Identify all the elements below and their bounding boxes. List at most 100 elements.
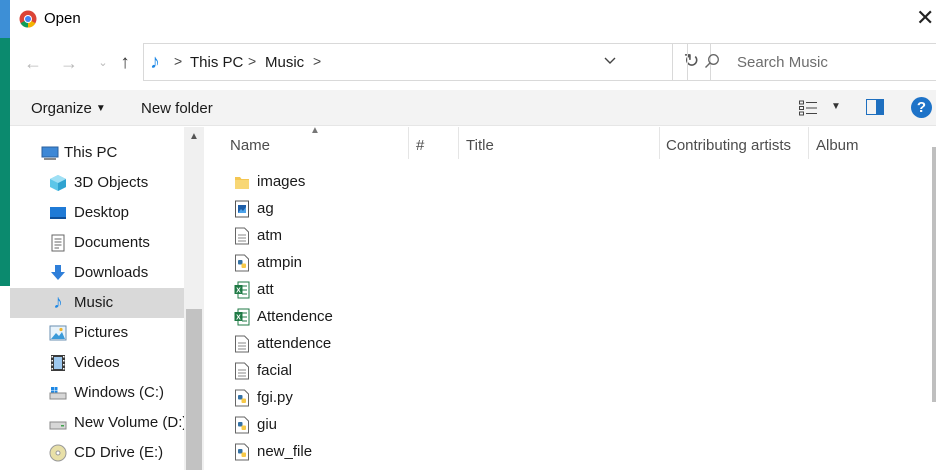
breadcrumb-separator[interactable]: >: [313, 53, 321, 69]
computer-icon: [41, 146, 59, 160]
image-file-icon: [235, 200, 249, 218]
forward-button[interactable]: →: [58, 52, 80, 74]
preview-pane-icon[interactable]: [866, 99, 884, 115]
nav-item-music[interactable]: ♪ Music: [10, 288, 184, 318]
music-icon: ♪: [53, 292, 63, 313]
background-window-edge: [0, 0, 10, 470]
file-name: fgi.py: [257, 389, 293, 406]
file-row[interactable]: X Attendence: [234, 304, 534, 331]
organize-button[interactable]: Organize ▼: [31, 100, 106, 117]
column-header-name[interactable]: Name: [230, 137, 270, 154]
file-row[interactable]: new_file: [234, 439, 534, 466]
drive-icon: [49, 387, 67, 400]
svg-text:X: X: [236, 288, 241, 295]
caret-down-icon: ▼: [95, 103, 106, 114]
open-dialog: Open ✕ ← → ⌄ ↑ ♪ > This PC > Music > ↻ S…: [10, 0, 936, 470]
nav-item-new-volume-d[interactable]: New Volume (D:): [10, 408, 187, 438]
text-file-icon: [235, 362, 249, 380]
nav-item-label: Documents: [74, 234, 150, 251]
breadcrumb-separator[interactable]: >: [174, 53, 182, 69]
pictures-icon: [49, 325, 67, 341]
nav-item-this-pc[interactable]: This PC: [10, 138, 184, 168]
file-name: giu: [257, 416, 278, 433]
navigation-pane: This PC 3D Objects Desktop Documents Dow…: [10, 127, 204, 470]
file-row[interactable]: images: [234, 169, 534, 196]
breadcrumb-music[interactable]: Music: [265, 54, 304, 71]
navigation-scrollbar[interactable]: ▲: [184, 127, 204, 470]
svg-text:X: X: [236, 315, 241, 322]
column-divider[interactable]: [659, 127, 660, 159]
column-header-title[interactable]: Title: [466, 137, 494, 154]
file-name: att: [257, 281, 274, 298]
scrollbar-thumb[interactable]: [186, 309, 202, 470]
file-row[interactable]: X att: [234, 277, 534, 304]
column-divider[interactable]: [458, 127, 459, 159]
search-input[interactable]: Search Music: [737, 54, 828, 71]
file-name: atmpin: [257, 254, 303, 271]
excel-file-icon: X: [234, 281, 250, 299]
file-list-scrollbar[interactable]: [924, 127, 936, 470]
cd-drive-icon: [49, 444, 67, 462]
column-header-album[interactable]: Album: [816, 137, 859, 154]
scrollbar-thumb[interactable]: [932, 147, 936, 402]
nav-item-downloads[interactable]: Downloads: [10, 258, 184, 288]
help-button[interactable]: ?: [911, 97, 932, 118]
nav-item-label: Pictures: [74, 324, 129, 341]
search-box[interactable]: Search Music: [687, 43, 936, 81]
sort-ascending-icon: ▲: [310, 125, 320, 136]
file-name: attendence: [257, 335, 332, 352]
videos-icon: [51, 355, 65, 371]
nav-item-pictures[interactable]: Pictures: [10, 318, 184, 348]
column-header-number[interactable]: #: [416, 137, 424, 154]
back-button[interactable]: ←: [22, 52, 44, 74]
search-icon: [705, 54, 719, 68]
nav-item-cd-drive-e[interactable]: CD Drive (E:): [10, 438, 184, 468]
file-row[interactable]: attendence: [234, 331, 534, 358]
download-icon: [51, 265, 65, 280]
cube-icon: [50, 175, 66, 191]
nav-item-3d-objects[interactable]: 3D Objects: [10, 168, 184, 198]
desktop-icon: [50, 207, 66, 219]
file-name: Attendence: [257, 308, 333, 325]
scroll-up-arrow-icon[interactable]: ▲: [189, 131, 199, 142]
view-options-caret-button[interactable]: ▼: [831, 101, 841, 112]
background-edge-teal: [0, 38, 10, 286]
chrome-icon: [19, 10, 37, 28]
nav-item-label: Downloads: [74, 264, 149, 281]
nav-item-label: 3D Objects: [74, 174, 149, 191]
python-file-icon: [235, 389, 249, 407]
nav-item-documents[interactable]: Documents: [10, 228, 184, 258]
nav-item-windows-c[interactable]: Windows (C:): [10, 378, 184, 408]
python-file-icon: [235, 416, 249, 434]
nav-item-label: Desktop: [74, 204, 130, 221]
close-button[interactable]: ✕: [916, 4, 936, 32]
up-button[interactable]: ↑: [114, 52, 136, 74]
column-divider[interactable]: [408, 127, 409, 159]
view-options-icon[interactable]: [799, 100, 817, 116]
breadcrumb-separator[interactable]: >: [248, 53, 256, 69]
breadcrumb-this-pc[interactable]: This PC: [190, 54, 243, 71]
nav-item-label: This PC: [64, 144, 118, 161]
file-row[interactable]: fgi.py: [234, 385, 534, 412]
folder-icon: [235, 177, 249, 189]
music-icon: ♪: [150, 51, 160, 73]
background-edge-blue: [0, 0, 10, 38]
nav-item-desktop[interactable]: Desktop: [10, 198, 184, 228]
new-folder-button[interactable]: New folder: [141, 100, 213, 117]
file-row[interactable]: atm: [234, 223, 534, 250]
python-file-icon: [235, 443, 249, 461]
file-row[interactable]: facial: [234, 358, 534, 385]
window-title: Open: [44, 10, 81, 27]
file-row[interactable]: giu: [234, 412, 534, 439]
excel-file-icon: X: [234, 308, 250, 326]
nav-item-videos[interactable]: Videos: [10, 348, 184, 378]
file-row[interactable]: ag: [234, 196, 534, 223]
column-header-contributing-artists[interactable]: Contributing artists: [666, 137, 791, 154]
address-bar[interactable]: ♪ > This PC > Music >: [143, 43, 673, 81]
command-bar: Organize ▼ New folder ▼ ?: [10, 90, 936, 126]
address-dropdown-button[interactable]: [603, 53, 617, 70]
recent-locations-button[interactable]: ⌄: [92, 52, 114, 74]
column-divider[interactable]: [808, 127, 809, 159]
drive-icon: [49, 421, 67, 430]
file-row[interactable]: atmpin: [234, 250, 534, 277]
